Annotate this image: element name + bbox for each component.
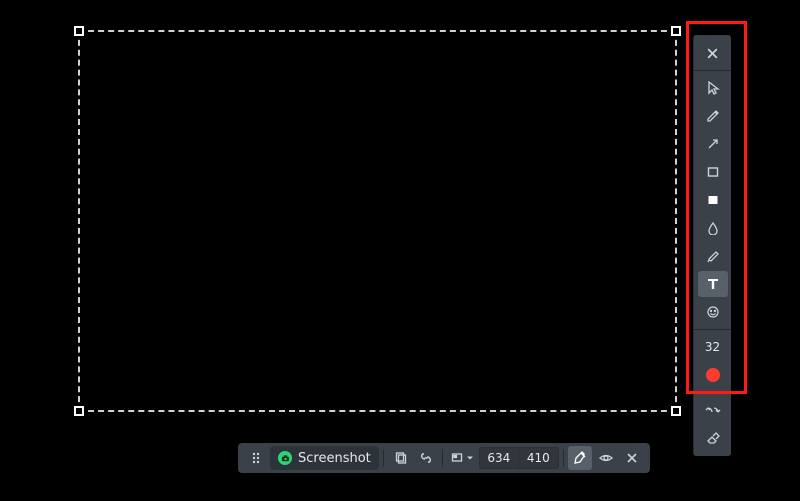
pencil-icon xyxy=(706,109,720,123)
preview-button[interactable] xyxy=(594,446,618,470)
resize-handle-bottom-right[interactable] xyxy=(671,406,681,416)
camera-icon xyxy=(278,451,292,465)
rectangle-tool[interactable] xyxy=(698,159,728,185)
close-bar-button[interactable] xyxy=(620,446,644,470)
blur-tool[interactable] xyxy=(698,215,728,241)
highlighter-tool[interactable] xyxy=(698,243,728,269)
link-button[interactable] xyxy=(414,446,438,470)
fullscreen-dropdown[interactable] xyxy=(447,446,477,470)
filled-rectangle-tool[interactable] xyxy=(698,187,728,213)
height-value[interactable]: 410 xyxy=(519,447,559,469)
drag-handle[interactable] xyxy=(244,446,268,470)
copy-icon xyxy=(393,451,407,465)
fullscreen-icon xyxy=(450,451,464,465)
undo-redo-button[interactable] xyxy=(698,397,728,423)
rectangle-outline-icon xyxy=(706,165,720,179)
annotation-toolbar: 32 xyxy=(693,35,731,456)
rectangle-filled-icon xyxy=(706,193,720,207)
chevron-down-icon xyxy=(466,454,474,462)
cursor-tool[interactable] xyxy=(698,75,728,101)
capture-bottom-bar: Screenshot 634 410 xyxy=(238,443,650,473)
emoji-icon xyxy=(706,305,720,319)
clear-edits-button[interactable] xyxy=(698,425,728,451)
width-value[interactable]: 634 xyxy=(479,447,519,469)
close-icon xyxy=(626,452,638,464)
close-icon xyxy=(706,47,719,60)
dimensions-input[interactable]: 634 410 xyxy=(479,446,559,470)
font-size-value[interactable]: 32 xyxy=(698,334,728,360)
text-icon xyxy=(706,277,720,291)
resize-handle-bottom-left[interactable] xyxy=(74,406,84,416)
close-toolbar-button[interactable] xyxy=(698,40,728,66)
arrow-tool[interactable] xyxy=(698,131,728,157)
blur-drop-icon xyxy=(706,221,720,235)
resize-handle-top-right[interactable] xyxy=(671,26,681,36)
pencil-tool[interactable] xyxy=(698,103,728,129)
capture-selection[interactable] xyxy=(78,30,677,412)
copy-button[interactable] xyxy=(388,446,412,470)
undo-redo-icon xyxy=(703,404,723,416)
preview-eye-icon xyxy=(598,451,614,465)
highlighter-icon xyxy=(706,249,720,263)
annotation-color-swatch[interactable] xyxy=(698,362,728,388)
color-dot-icon xyxy=(706,368,720,382)
drag-handle-icon xyxy=(251,451,261,465)
mode-label: Screenshot xyxy=(298,451,371,466)
cursor-icon xyxy=(706,81,720,95)
link-icon xyxy=(419,451,433,465)
emoji-tool[interactable] xyxy=(698,299,728,325)
color-picker-button[interactable] xyxy=(568,446,592,470)
color-picker-icon xyxy=(573,451,587,465)
arrow-icon xyxy=(706,137,720,151)
mode-screenshot-chip[interactable]: Screenshot xyxy=(270,446,379,470)
text-tool[interactable] xyxy=(698,271,728,297)
resize-handle-top-left[interactable] xyxy=(74,26,84,36)
clear-edits-icon xyxy=(705,431,721,445)
